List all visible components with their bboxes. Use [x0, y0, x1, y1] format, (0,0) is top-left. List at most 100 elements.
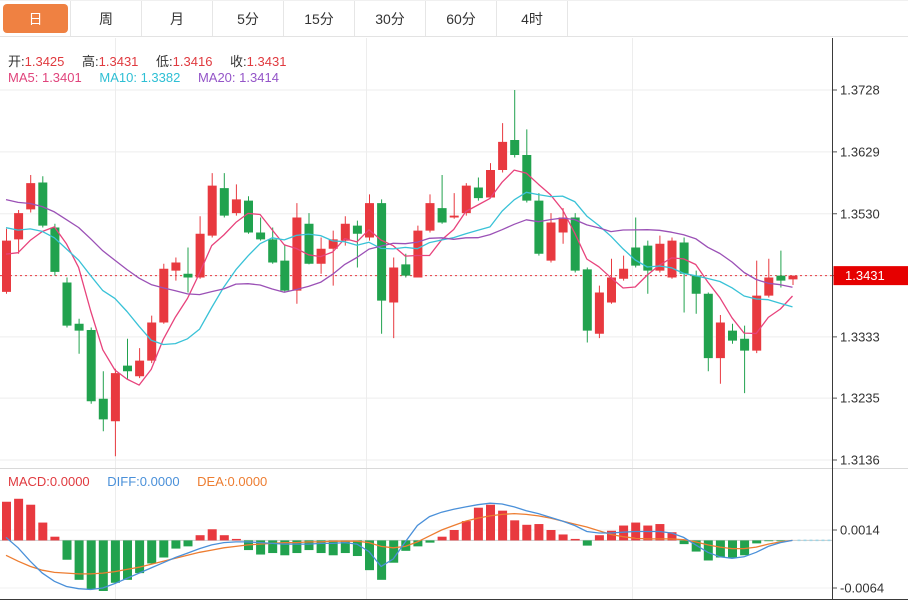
macd-axis-label: -0.0064: [840, 581, 884, 596]
candle-body: [752, 296, 761, 351]
macd-hist-bar: [764, 540, 773, 541]
candle-body: [38, 183, 47, 226]
ma5-label: MA5:: [8, 70, 38, 85]
macd-hist-bar: [147, 540, 156, 563]
ma5-value: 1.3401: [42, 70, 82, 85]
macd-hist-bar: [184, 540, 193, 546]
tab-60min[interactable]: 60分: [426, 1, 497, 36]
price-panel: 1.37281.36291.35301.33331.32351.31361.34…: [0, 38, 908, 599]
price-axis-label: 1.3136: [840, 453, 880, 468]
macd-value: 0.0000: [50, 474, 90, 489]
tab-5min[interactable]: 5分: [213, 1, 284, 36]
candle-body: [63, 283, 72, 326]
macd-hist-bar: [171, 540, 180, 548]
candle-body: [389, 268, 398, 303]
macd-hist-bar: [111, 540, 120, 582]
high-value: 1.3431: [99, 54, 139, 69]
macd-hist-bar: [595, 535, 604, 540]
candle-body: [280, 261, 289, 291]
chart-canvas[interactable]: 1.37281.36291.35301.33331.32351.31361.34…: [0, 0, 908, 605]
diff-value: 0.0000: [140, 474, 180, 489]
dea-label: DEA:: [197, 474, 227, 489]
candle-body: [692, 276, 701, 294]
candle-body: [184, 274, 193, 278]
candle-body: [764, 278, 773, 296]
open-label: 开:: [8, 54, 25, 69]
tab-week[interactable]: 周: [71, 1, 142, 36]
candle-body: [135, 361, 144, 377]
candle-body: [99, 399, 108, 420]
candle-body: [571, 218, 580, 271]
tab-day[interactable]: 日: [0, 1, 71, 36]
candle-body: [438, 208, 447, 222]
candle-body: [510, 140, 519, 155]
candle-body: [159, 269, 168, 323]
macd-hist-bar: [353, 540, 362, 556]
candle-body: [220, 188, 229, 216]
timeframe-tabbar: 日 周 月 5分 15分 30分 60分 4时: [0, 0, 908, 37]
tab-month[interactable]: 月: [142, 1, 213, 36]
candle-body: [353, 226, 362, 234]
macd-hist-bar: [196, 535, 205, 540]
macd-hist-bar: [752, 540, 761, 543]
ma20-label: MA20:: [198, 70, 236, 85]
candle-body: [292, 218, 301, 291]
macd-hist-bar: [38, 523, 47, 541]
candle-body: [14, 213, 23, 239]
macd-hist-bar: [522, 525, 531, 541]
ma20-value: 1.3414: [239, 70, 279, 85]
open-value: 1.3425: [25, 54, 65, 69]
macd-hist-bar: [426, 540, 435, 542]
candle-body: [87, 330, 96, 401]
price-axis-label: 1.3530: [840, 206, 880, 221]
diff-label: DIFF:: [107, 474, 140, 489]
ma5-line: [6, 170, 793, 385]
price-axis-label: 1.3629: [840, 144, 880, 159]
candle-body: [474, 188, 483, 199]
macd-hist-bar: [474, 508, 483, 541]
candle-body: [595, 293, 604, 334]
macd-hist-bar: [220, 535, 229, 540]
macd-panel: 0.0014-0.0064: [0, 499, 884, 596]
candle-body: [171, 263, 180, 271]
candle-body: [559, 218, 568, 233]
low-value: 1.3416: [173, 54, 213, 69]
macd-hist-bar: [50, 537, 59, 541]
tab-15min[interactable]: 15分: [284, 1, 355, 36]
macd-hist-bar: [208, 529, 217, 540]
price-axis-label: 1.3728: [840, 83, 880, 98]
candle-body: [619, 269, 628, 279]
macd-hist-bar: [232, 539, 241, 540]
candle-body: [547, 223, 556, 261]
candle-body: [244, 201, 253, 233]
macd-hist-bar: [462, 521, 471, 540]
tab-30min[interactable]: 30分: [355, 1, 426, 36]
macd-hist-bar: [486, 505, 495, 541]
macd-hist-bar: [559, 534, 568, 540]
candle-body: [498, 142, 507, 170]
macd-hist-bar: [123, 540, 132, 579]
current-price-tag-text: 1.3431: [845, 268, 885, 283]
macd-hist-bar: [583, 540, 592, 545]
macd-hist-bar: [438, 537, 447, 541]
trading-chart-app: { "tabs": [ {"label":"日","active":true},…: [0, 0, 908, 605]
macd-hist-bar: [26, 505, 35, 541]
close-label: 收:: [230, 54, 247, 69]
tab-4hour[interactable]: 4时: [497, 1, 568, 36]
macd-hist-bar: [63, 540, 72, 559]
ohlc-info-row: 开:1.3425 高:1.3431 低:1.3416 收:1.3431: [8, 51, 300, 70]
macd-hist-bar: [14, 499, 23, 541]
macd-label: MACD:: [8, 474, 50, 489]
macd-info-row: MACD:0.0000 DIFF:0.0000 DEA:0.0000: [8, 474, 281, 489]
macd-hist-bar: [99, 540, 108, 591]
candle-body: [413, 231, 422, 278]
candle-body: [450, 216, 459, 218]
low-label: 低:: [156, 54, 173, 69]
dea-value: 0.0000: [228, 474, 268, 489]
macd-hist-bar: [2, 502, 11, 541]
close-value: 1.3431: [247, 54, 287, 69]
tab-day-label: 日: [3, 4, 68, 33]
ma10-label: MA10:: [99, 70, 137, 85]
macd-hist-bar: [534, 524, 543, 540]
macd-hist-bar: [450, 530, 459, 540]
